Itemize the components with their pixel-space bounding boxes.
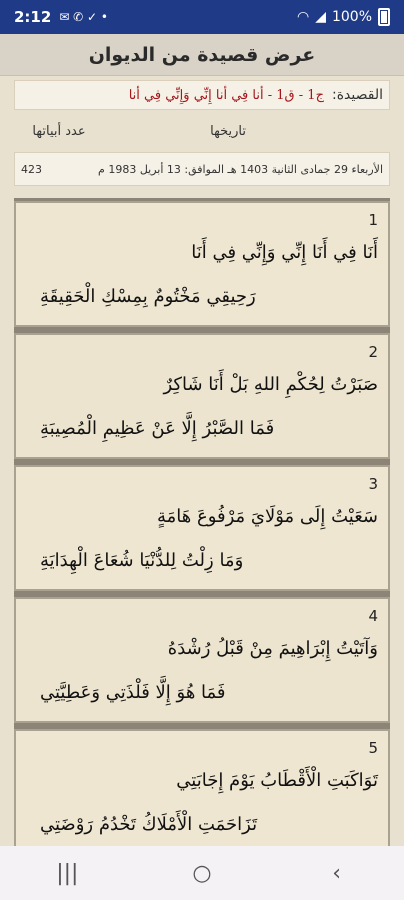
recents-button[interactable]: ||| xyxy=(37,861,97,886)
verse-second-half: وَمَا زِلْتُ لِلدُّنْيَا شُعَاعَ الْهِدَ… xyxy=(40,550,244,571)
verse-card[interactable]: 3 سَعَيْتُ إِلَى مَوْلَايَ مَرْفُوعَ هَا… xyxy=(14,465,390,591)
verse-first-half: صَبَرْتُ لِحُكْمِ اللهِ بَلْ أَنَا شَاكِ… xyxy=(163,374,378,395)
page-title: عرض قصيدة من الديوان xyxy=(88,43,316,66)
verse-first-half: أَنَا فِي أَنَا إِنِّي وَإِنِّي فِي أَنَ… xyxy=(191,242,378,263)
verse-first-half: وَآتَيْتُ إِبْرَاهِيمَ مِنْ قَبْلُ رُشْد… xyxy=(167,638,378,659)
verse-number: 1 xyxy=(368,211,378,229)
verse-card[interactable]: 5 تَوَاكَبَتِ الْأَقْطَابُ يَوْمَ إِجَاب… xyxy=(14,729,390,846)
battery-icon xyxy=(378,8,390,26)
status-bar: 2:12 ✉ ✆ ✓ • ◠ ◢ 100% xyxy=(0,0,404,34)
verse-first-half: سَعَيْتُ إِلَى مَوْلَايَ مَرْفُوعَ هَامَ… xyxy=(156,506,378,527)
poem-info: القصيدة: ج1 - ق1 - أنا فِي أنا إِنِّي وَ… xyxy=(0,76,404,196)
poem-name: ج1 - ق1 - أنا فِي أنا إِنِّي وَإِنِّي فِ… xyxy=(128,87,324,103)
date-row: الأربعاء 29 جمادى الثانية 1403 هـ المواف… xyxy=(14,152,390,186)
poem-label: القصيدة: xyxy=(331,87,383,103)
verse-list[interactable]: 1 أَنَا فِي أَنَا إِنِّي وَإِنِّي فِي أَ… xyxy=(14,198,390,846)
poem-row: القصيدة: ج1 - ق1 - أنا فِي أنا إِنِّي وَ… xyxy=(14,80,390,110)
notification-icons: ✉ ✆ ✓ • xyxy=(59,10,108,24)
verse-number: 3 xyxy=(368,475,378,493)
battery-text: 100% xyxy=(331,9,372,25)
date-header: تاريخها xyxy=(210,124,246,139)
verse-second-half: فَمَا الصَّبْرُ إِلَّا عَنْ عَظِيمِ الْم… xyxy=(40,418,275,439)
count-header: عدد أبياتها xyxy=(32,124,86,139)
status-time: 2:12 xyxy=(14,8,52,26)
verse-number: 2 xyxy=(368,343,378,361)
wifi-icon: ◠ xyxy=(296,9,310,25)
back-button[interactable]: ‹ xyxy=(307,861,367,886)
verse-first-half: تَوَاكَبَتِ الْأَقْطَابُ يَوْمَ إِجَابَت… xyxy=(176,770,378,791)
verse-card[interactable]: 4 وَآتَيْتُ إِبْرَاهِيمَ مِنْ قَبْلُ رُش… xyxy=(14,597,390,723)
verse-number: 5 xyxy=(368,739,378,757)
verse-second-half: تَزَاحَمَتِ الْأَمْلَاكُ تَخْدُمُ رَوْضَ… xyxy=(40,814,258,835)
app-bar: عرض قصيدة من الديوان xyxy=(0,34,404,76)
home-button[interactable]: ○ xyxy=(172,861,232,886)
verse-number: 4 xyxy=(368,607,378,625)
verse-second-half: فَمَا هُوَ إِلَّا فَلْذَتِي وَعَطِيَّتِي xyxy=(40,682,226,703)
date-value: الأربعاء 29 جمادى الثانية 1403 هـ المواف… xyxy=(98,162,383,176)
system-nav-bar: ||| ○ ‹ xyxy=(0,846,404,900)
signal-icon: ◢ xyxy=(315,9,326,25)
count-value: 423 xyxy=(21,162,42,176)
verse-card[interactable]: 1 أَنَا فِي أَنَا إِنِّي وَإِنِّي فِي أَ… xyxy=(14,201,390,327)
verse-second-half: رَحِيقِي مَخْتُومٌ بِمِسْكِ الْحَقِيقَةِ xyxy=(40,286,256,307)
verse-card[interactable]: 2 صَبَرْتُ لِحُكْمِ اللهِ بَلْ أَنَا شَا… xyxy=(14,333,390,459)
